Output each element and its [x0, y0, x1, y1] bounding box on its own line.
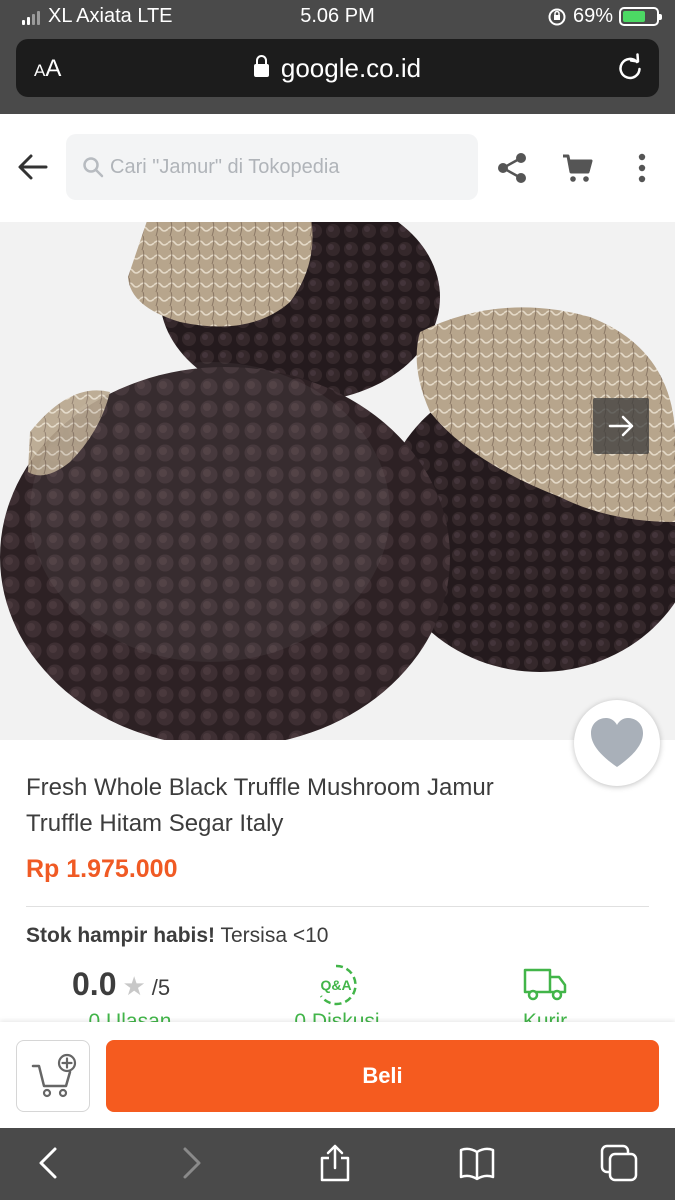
- more-options-icon[interactable]: [624, 150, 660, 186]
- browser-back-icon[interactable]: [30, 1144, 68, 1182]
- browser-forward-icon[interactable]: [172, 1144, 210, 1182]
- url-text: google.co.id: [280, 53, 422, 83]
- lock-icon: [253, 55, 269, 77]
- shipping-truck-icon[interactable]: [522, 964, 568, 1004]
- star-icon: ★: [122, 971, 146, 1001]
- bookmarks-icon[interactable]: [458, 1144, 496, 1182]
- buy-button[interactable]: Beli: [106, 1040, 659, 1112]
- address-bar[interactable]: AA google.co.id: [16, 39, 659, 97]
- rating-max: /5: [151, 975, 171, 1000]
- tabs-icon[interactable]: [600, 1144, 638, 1182]
- product-photo: [0, 222, 675, 740]
- search-icon: [83, 157, 104, 178]
- battery-percent: 69%: [572, 5, 613, 27]
- reviews-link[interactable]: 0 Ulasan: [55, 1010, 205, 1022]
- product-stats: 0.0 ★ /5 0 Ulasan Q&A 0 Diskusi Kurir: [0, 960, 675, 1022]
- stock-warning: Stok hampir habis!: [26, 924, 216, 947]
- product-title: Fresh Whole Black Truffle Mushroom Jamur…: [26, 774, 494, 837]
- orientation-lock-icon: [548, 8, 566, 25]
- divider: [26, 906, 649, 907]
- app-header: [0, 114, 675, 222]
- reload-icon[interactable]: [615, 53, 645, 83]
- cart-icon[interactable]: [560, 150, 596, 186]
- search-input[interactable]: [110, 134, 470, 200]
- next-image-arrow-icon[interactable]: [593, 398, 649, 454]
- back-arrow-icon[interactable]: [14, 148, 52, 186]
- product-image-carousel[interactable]: [0, 222, 675, 740]
- status-bar: XL Axiata LTE 5.06 PM 69%: [0, 0, 675, 34]
- stock-info: Stok hampir habis! Tersisa <10: [26, 924, 328, 948]
- wishlist-button[interactable]: [574, 700, 660, 786]
- qa-icon[interactable]: Q&A: [313, 962, 359, 1008]
- browser-toolbar: [0, 1128, 675, 1200]
- discussion-link[interactable]: 0 Diskusi: [262, 1010, 412, 1022]
- heart-icon: [591, 718, 643, 767]
- stock-remaining: Tersisa <10: [220, 924, 329, 947]
- browser-top-bar: AA google.co.id: [0, 34, 675, 114]
- product-price: Rp 1.975.000: [26, 855, 178, 883]
- add-to-cart-icon: [31, 1053, 77, 1098]
- qa-icon-label: Q&A: [320, 977, 351, 993]
- purchase-action-bar: Beli: [0, 1022, 675, 1128]
- share-icon[interactable]: [494, 150, 530, 186]
- add-to-cart-button[interactable]: [16, 1040, 90, 1112]
- shipping-link[interactable]: Kurir: [470, 1010, 620, 1022]
- share-sheet-icon[interactable]: [316, 1144, 354, 1182]
- rating-summary[interactable]: 0.0 ★ /5: [72, 966, 170, 1003]
- search-bar[interactable]: [66, 134, 478, 200]
- battery-icon: [619, 7, 662, 26]
- rating-value: 0.0: [72, 966, 117, 1002]
